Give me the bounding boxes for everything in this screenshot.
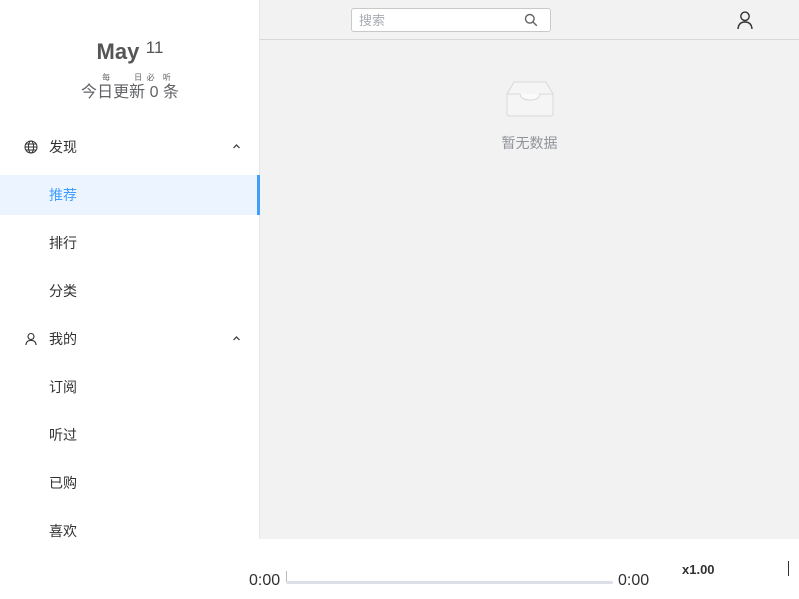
sidebar-item-label: 已购	[49, 475, 77, 491]
update-char: 每日	[97, 74, 113, 102]
sidebar-menu: 发现 推荐 排行 分类 我的 订阅 听过 已购 喜欢	[0, 123, 260, 555]
sidebar-item-label: 订阅	[49, 379, 77, 395]
update-ruby: 日	[134, 73, 143, 82]
update-char-text: 今	[81, 84, 98, 101]
date-line: May 11	[0, 38, 260, 65]
update-char-text: 条	[162, 84, 179, 101]
user-icon	[24, 332, 38, 346]
playback-speed-button[interactable]: x1.00	[682, 562, 715, 577]
current-time: 0:00	[249, 572, 281, 589]
search-icon[interactable]	[524, 13, 538, 27]
sidebar-item-subscribed[interactable]: 订阅	[0, 363, 259, 411]
update-char-text: 日	[97, 84, 114, 101]
date-block: May 11 今每日更日新 必0 听条	[0, 0, 260, 123]
search-box[interactable]	[351, 8, 551, 32]
duration-time: 0:00	[618, 572, 650, 589]
update-char: 日新	[129, 74, 145, 102]
sidebar-item-label: 分类	[49, 283, 77, 299]
sidebar-item-label: 推荐	[49, 187, 77, 203]
update-count-text: 0	[149, 84, 159, 101]
sidebar-item-purchased[interactable]: 已购	[0, 459, 259, 507]
progress-bar[interactable]	[286, 581, 613, 584]
user-account-icon[interactable]	[735, 10, 755, 30]
update-ruby: 每	[102, 73, 111, 82]
chevron-up-icon	[233, 144, 240, 149]
sidebar-item-recommend[interactable]: 推荐	[0, 175, 260, 215]
audio-player: 0:00 0:00 x1.00	[0, 539, 799, 599]
volume-slider[interactable]	[788, 561, 789, 576]
empty-state-text: 暂无数据	[501, 135, 558, 151]
date-day: 11	[145, 38, 164, 57]
globe-icon	[24, 140, 38, 154]
sidebar: May 11 今每日更日新 必0 听条 发现 推荐 排行 分类 我的 订阅 听过…	[0, 0, 260, 539]
menu-group-label: 发现	[49, 139, 77, 155]
main-content: 暂无数据	[260, 40, 799, 539]
update-char: 听条	[163, 74, 179, 102]
sidebar-item-history[interactable]: 听过	[0, 411, 259, 459]
chevron-up-icon	[233, 336, 240, 341]
update-char-text: 新	[129, 84, 146, 101]
menu-group-label: 我的	[49, 331, 77, 347]
menu-group-discover[interactable]: 发现	[0, 123, 259, 171]
sidebar-item-label: 喜欢	[49, 523, 77, 539]
date-month: May	[96, 39, 140, 64]
top-header	[260, 0, 799, 40]
update-count: 必0	[146, 73, 159, 102]
sidebar-item-category[interactable]: 分类	[0, 267, 259, 315]
search-input[interactable]	[352, 9, 522, 31]
sidebar-item-label: 听过	[49, 427, 77, 443]
update-ruby: 必	[146, 73, 155, 82]
update-char: 今	[81, 74, 97, 102]
update-char-text: 更	[113, 84, 130, 101]
sidebar-item-ranking[interactable]: 排行	[0, 219, 259, 267]
daily-update-line: 今每日更日新 必0 听条	[0, 74, 260, 102]
update-ruby: 听	[162, 73, 171, 82]
sidebar-item-label: 排行	[49, 235, 77, 251]
menu-group-mine[interactable]: 我的	[0, 315, 259, 363]
inbox-icon	[506, 81, 554, 117]
update-char: 更	[113, 74, 129, 102]
